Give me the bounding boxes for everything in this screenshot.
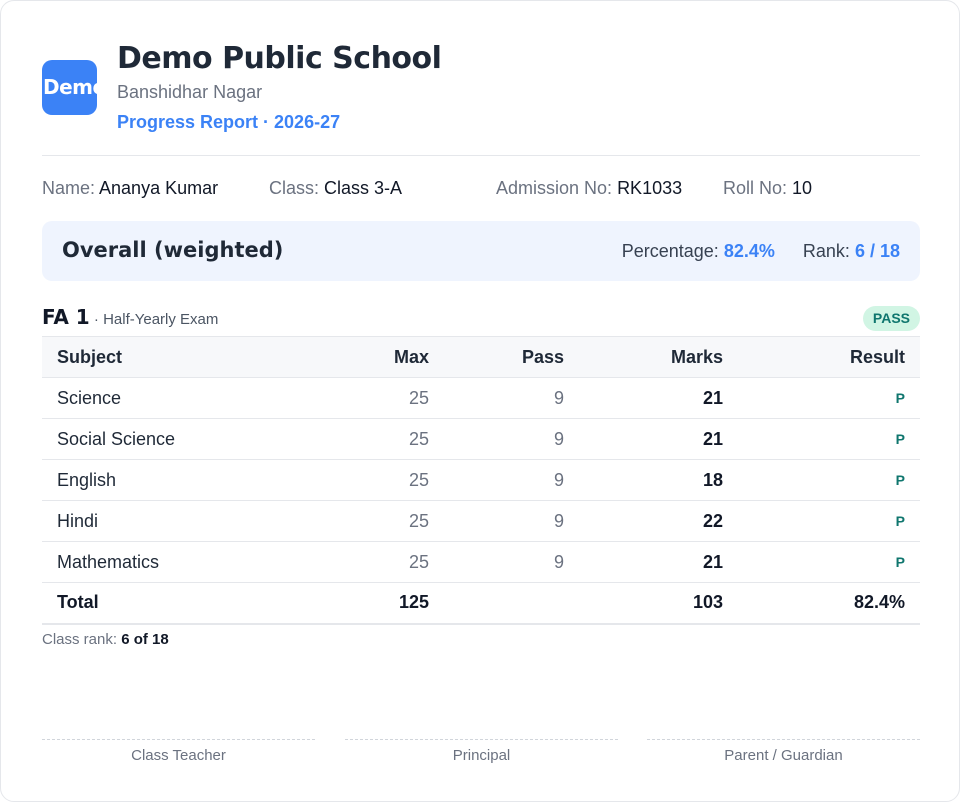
marks-cell: 21 (579, 377, 738, 419)
class-rank: Class rank: 6 of 18 (42, 631, 169, 648)
admission-label: Admission No: (496, 178, 613, 198)
school-logo: Demo (42, 60, 97, 115)
pass-badge: PASS (862, 306, 920, 331)
max-cell: 25 (302, 459, 444, 501)
table-row: English 25 9 18 P (42, 459, 920, 501)
rank-value: 6 / 18 (854, 241, 900, 261)
table-row: Mathematics 25 9 21 P (42, 541, 920, 583)
total-label: Total (42, 582, 302, 625)
result-cell: P (738, 500, 920, 542)
header-max: Max (302, 336, 444, 378)
school-header: Demo Demo Public School Banshidhar Nagar… (42, 41, 920, 156)
roll-field: Roll No: 10 (723, 178, 812, 199)
total-percentage: 82.4% (738, 582, 920, 625)
percentage-label: Percentage: (621, 241, 719, 261)
max-cell: 25 (302, 418, 444, 460)
overall-summary: Overall (weighted) Percentage: 82.4% Ran… (42, 221, 920, 281)
exam-subtitle: · Half-Yearly Exam (89, 311, 219, 328)
max-cell: 25 (302, 500, 444, 542)
result-cell: P (738, 377, 920, 419)
student-class-label: Class: (269, 178, 320, 198)
total-row: Total 125 103 82.4% (42, 582, 920, 625)
student-name-field: Name: Ananya Kumar (42, 178, 218, 199)
pass-cell: 9 (444, 377, 579, 419)
max-cell: 25 (302, 377, 444, 419)
marks-cell: 21 (579, 541, 738, 583)
total-marks: 103 (579, 582, 738, 625)
marks-cell: 18 (579, 459, 738, 501)
class-rank-label: Class rank: (42, 631, 118, 648)
student-class-field: Class: Class 3-A (269, 178, 402, 199)
subject-cell: Social Science (42, 418, 302, 460)
subject-cell: Mathematics (42, 541, 302, 583)
max-cell: 25 (302, 541, 444, 583)
student-info: Name: Ananya Kumar Class: Class 3-A Admi… (42, 178, 920, 202)
student-class: Class 3-A (324, 178, 403, 198)
overall-title: Overall (weighted) (62, 238, 284, 262)
school-name: Demo Public School (117, 41, 442, 76)
subject-cell: Science (42, 377, 302, 419)
signature-parent: Parent / Guardian (647, 739, 920, 764)
roll-label: Roll No: (723, 178, 788, 198)
header-pass: Pass (444, 336, 579, 378)
admission-field: Admission No: RK1033 (496, 178, 682, 199)
overall-stats: Percentage: 82.4% Rank: 6 / 18 (622, 241, 900, 262)
marks-cell: 21 (579, 418, 738, 460)
report-card: Demo Demo Public School Banshidhar Nagar… (0, 0, 960, 802)
table-header-row: Subject Max Pass Marks Result (42, 336, 920, 378)
percentage-value: 82.4% (723, 241, 775, 261)
subject-cell: Hindi (42, 500, 302, 542)
table-row: Hindi 25 9 22 P (42, 500, 920, 542)
roll-number: 10 (792, 178, 813, 198)
exam-name: FA 1 (42, 305, 90, 329)
total-max: 125 (302, 582, 444, 625)
marks-cell: 22 (579, 500, 738, 542)
subject-cell: English (42, 459, 302, 501)
school-location: Banshidhar Nagar (117, 82, 263, 102)
pass-cell: 9 (444, 418, 579, 460)
class-rank-value: 6 of 18 (121, 631, 169, 648)
exam-header: FA 1 · Half-Yearly Exam PASS (42, 305, 920, 331)
header-result: Result (738, 336, 920, 378)
pass-cell: 9 (444, 459, 579, 501)
report-title: Progress Report · 2026-27 (117, 112, 341, 132)
rank-label: Rank: (802, 241, 850, 261)
total-pass (444, 582, 579, 625)
admission-number: RK1033 (617, 178, 683, 198)
result-cell: P (738, 459, 920, 501)
header-subject: Subject (42, 336, 302, 378)
marks-table: Subject Max Pass Marks Result Science 25… (42, 336, 920, 625)
pass-cell: 9 (444, 500, 579, 542)
pass-cell: 9 (444, 541, 579, 583)
table-row: Social Science 25 9 21 P (42, 418, 920, 460)
table-row: Science 25 9 21 P (42, 377, 920, 419)
signature-class-teacher: Class Teacher (42, 739, 315, 764)
signature-principal: Principal (345, 739, 618, 764)
student-name-label: Name: (42, 178, 96, 198)
result-cell: P (738, 418, 920, 460)
result-cell: P (738, 541, 920, 583)
student-name: Ananya Kumar (99, 178, 219, 198)
header-marks: Marks (579, 336, 738, 378)
